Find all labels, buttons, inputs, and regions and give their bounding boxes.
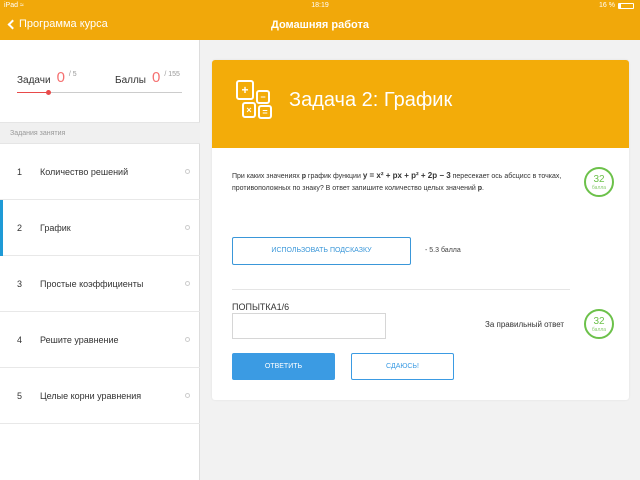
lesson-item-2[interactable]: 2 График [0,200,200,256]
lesson-list: 1 Количество решений 2 График 3 Простые … [0,144,200,424]
sidebar: Задачи 0 / 5 Баллы 0 / 155 Задания занят… [0,40,200,480]
minus-key-icon: − [256,90,270,104]
status-dot-icon [185,225,190,230]
lesson-number: 2 [17,223,23,233]
tasks-stat: Задачи 0 / 5 [17,69,77,86]
correct-badge-label: балла [591,327,607,333]
question-text: При каких значениях p график функции y =… [232,170,572,195]
calculator-icon: + − × = [236,80,276,124]
battery-percent: 16 % [599,2,615,9]
use-hint-button[interactable]: ИСПОЛЬЗОВАТЬ ПОДСКАЗКУ [232,237,411,265]
tasks-total: / 5 [68,71,77,78]
status-dot-icon [185,337,190,342]
lesson-item-5[interactable]: 5 Целые корни уравнения [0,368,200,424]
status-dot-icon [185,169,190,174]
answer-button[interactable]: ОТВЕТИТЬ [232,353,335,380]
stats-panel: Задачи 0 / 5 Баллы 0 / 155 [0,40,200,120]
hint-cost: - 5.3 балла [425,247,461,254]
lesson-number: 4 [17,335,23,345]
param-p: p [301,173,306,180]
formula: y = x² + px + p² + 2p − 3 [362,171,451,180]
battery-icon [618,2,634,9]
page-title: Домашняя работа [271,19,369,31]
task-card: + − × = Задача 2: График При каких значе… [212,60,629,400]
points-total: / 155 [164,71,180,78]
progress-fill [17,92,49,93]
points-value: 0 [151,69,161,86]
points-stat: Баллы 0 / 155 [115,69,180,86]
answer-input[interactable] [232,313,386,339]
progress-marker [46,90,52,95]
attempt-label: ПОПЫТКА1/6 [232,302,290,312]
plus-key-icon: + [236,80,254,100]
lesson-item-1[interactable]: 1 Количество решений [0,144,200,200]
lesson-label: Количество решений [40,167,129,177]
equals-key-icon: = [258,105,272,119]
give-up-button[interactable]: СДАЮСЬ! [351,353,454,380]
points-badge: 32 балла [584,167,614,197]
correct-answer-label: За правильный ответ [485,320,565,329]
points-badge-label: балла [591,185,607,191]
lesson-label: График [40,223,71,233]
status-dot-icon [185,393,190,398]
times-key-icon: × [242,102,256,118]
points-badge-value: 32 [593,174,605,185]
battery-indicator: 16 % [599,2,634,9]
lesson-item-3[interactable]: 3 Простые коэффициенты [0,256,200,312]
question-prefix: При каких значениях [232,173,300,180]
task-title: Задача 2: График [289,89,453,111]
lesson-number: 1 [17,167,23,177]
lesson-item-4[interactable]: 4 Решите уравнение [0,312,200,368]
points-label: Баллы [115,75,146,86]
divider [232,289,570,290]
tasks-value: 0 [56,69,65,86]
lesson-label: Решите уравнение [40,335,119,345]
question-end: . [482,185,484,192]
task-header: + − × = Задача 2: График [212,60,629,148]
correct-badge-value: 32 [593,316,605,327]
lesson-label: Простые коэффициенты [40,279,144,289]
top-bar: iPad ≈ 18:19 16 % Программа курса Домашн… [0,0,640,40]
lesson-number: 3 [17,279,23,289]
correct-points-badge: 32 балла [584,309,614,339]
section-header: Задания занятия [0,122,200,144]
lesson-label: Целые корни уравнения [40,391,142,401]
status-time: 18:19 [311,2,329,9]
question-mid: график функции [307,173,361,180]
status-bar: iPad ≈ 18:19 16 % [0,0,640,13]
tasks-label: Задачи [17,75,51,86]
lesson-number: 5 [17,391,23,401]
status-dot-icon [185,281,190,286]
progress-bar [17,90,182,95]
